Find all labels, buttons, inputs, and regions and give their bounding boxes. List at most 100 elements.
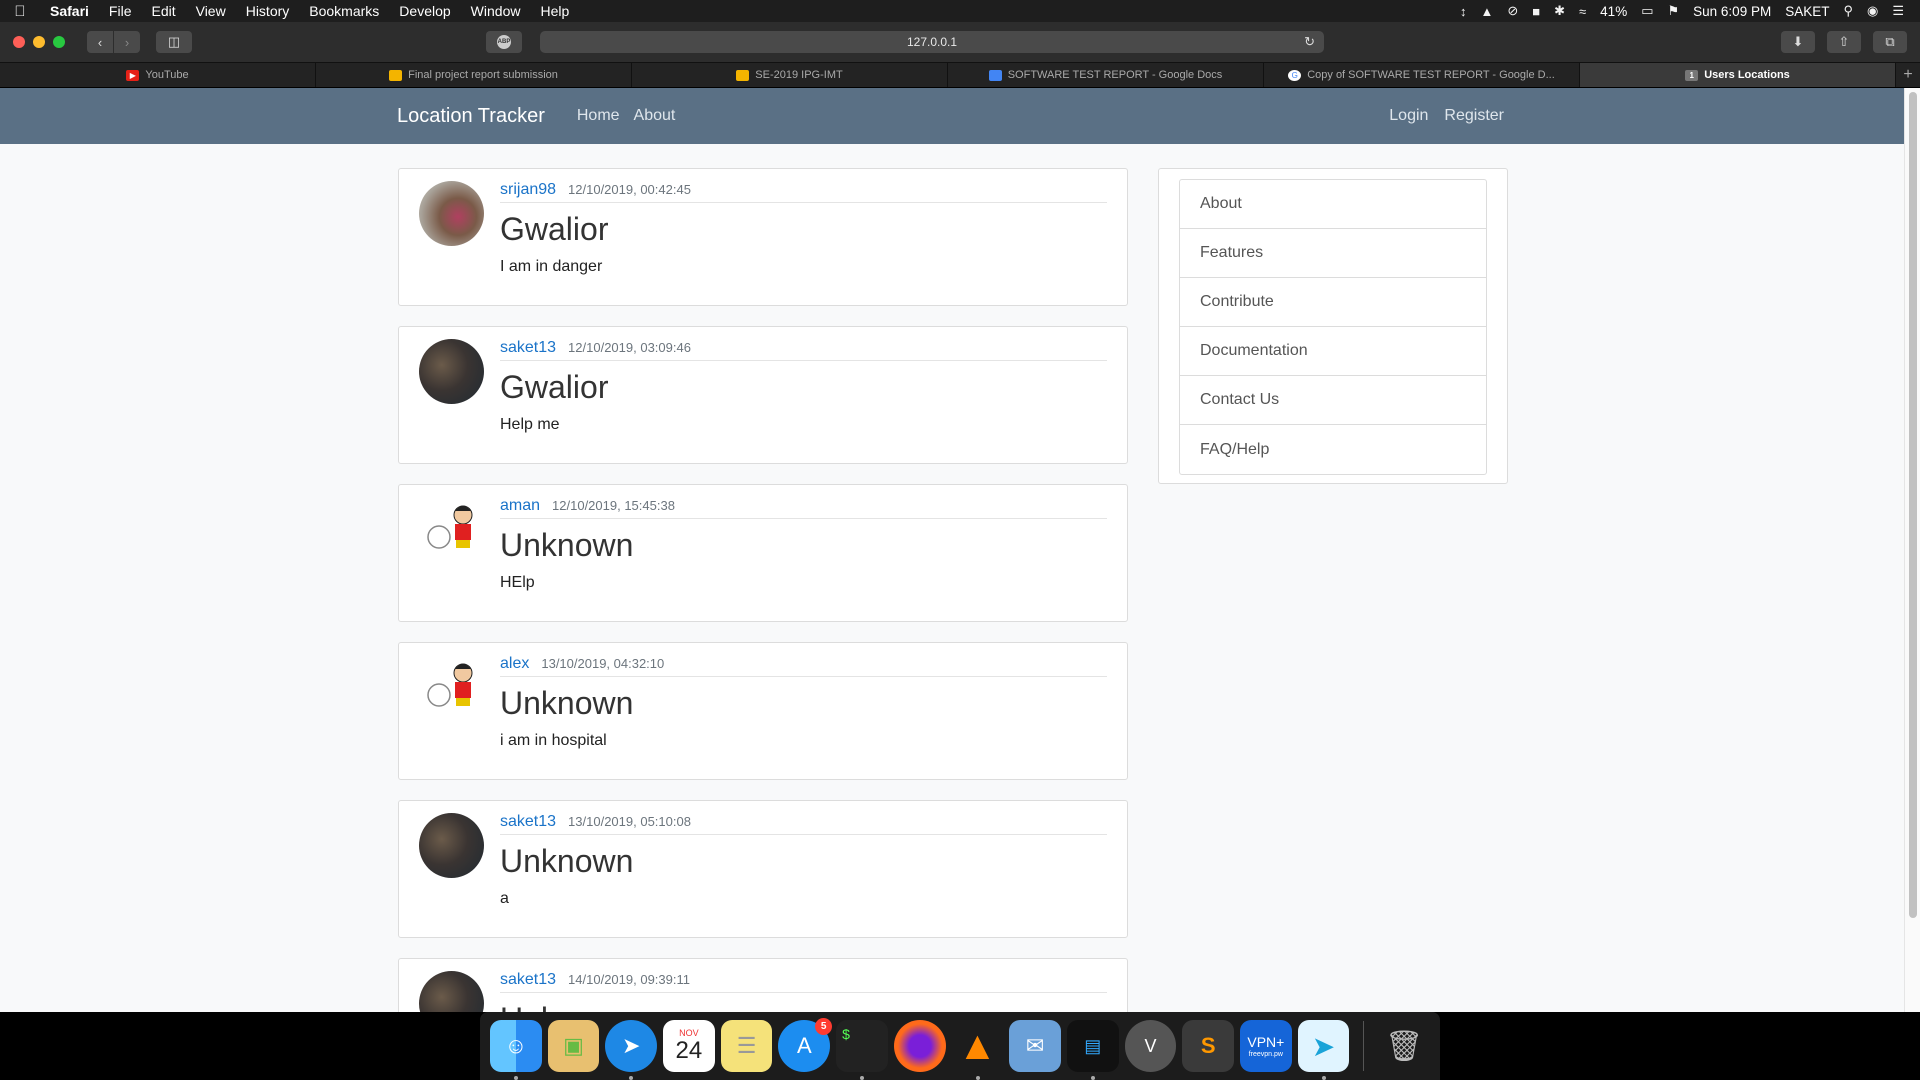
sidebar-item-contact-us[interactable]: Contact Us (1180, 376, 1486, 425)
macos-menubar:  Safari File Edit View History Bookmark… (0, 0, 1920, 22)
sidebar-item-faq-help[interactable]: FAQ/Help (1180, 425, 1486, 474)
app-store-icon[interactable]: A5 (778, 1018, 833, 1072)
sidebar-item-documentation[interactable]: Documentation (1180, 327, 1486, 376)
bluetooth-icon[interactable]: ✱ (1554, 3, 1565, 19)
menu-file[interactable]: File (99, 3, 142, 19)
menu-edit[interactable]: Edit (141, 3, 185, 19)
downloads-icon[interactable]: ⬇ (1781, 31, 1815, 53)
vlc-icon[interactable]: ▲ (952, 1020, 1004, 1080)
menubar-clock[interactable]: Sun 6:09 PM (1693, 4, 1771, 19)
battery-percent: 41% (1600, 3, 1628, 19)
sidebar-toggle-icon[interactable]: ◫ (156, 31, 192, 53)
finder-icon[interactable]: ☺ (490, 1020, 542, 1080)
apple-icon[interactable]:  (0, 3, 40, 20)
sidebar-item-features[interactable]: Features (1180, 229, 1486, 278)
migration-icon[interactable]: ➤ (1297, 1020, 1350, 1080)
sidebar-panel: About Features Contribute Documentation … (1158, 168, 1508, 484)
tab-users-locations[interactable]: 1 Users Locations (1580, 63, 1896, 87)
vpn-plus-icon[interactable]: VPN+ freevpn.pw (1240, 1020, 1292, 1072)
post-location: Gwalior (500, 211, 609, 247)
firefox-icon[interactable] (893, 1020, 946, 1072)
trash-icon[interactable]: 🗑 (1378, 1020, 1430, 1072)
tab-youtube[interactable]: ▶ YouTube (0, 63, 316, 87)
location-post: aman 12/10/2019, 15:45:38 Unknown HElp (398, 484, 1128, 622)
post-date: 13/10/2019, 04:32:10 (541, 656, 665, 671)
site-brand[interactable]: Location Tracker (397, 105, 545, 128)
forward-button[interactable]: › (114, 31, 140, 53)
avatar (419, 339, 484, 404)
preview-icon[interactable]: ▣ (547, 1020, 600, 1072)
wifi-icon[interactable]: ≈ (1579, 4, 1586, 19)
new-tab-button[interactable]: + (1896, 63, 1920, 87)
nav-login[interactable]: Login (1389, 107, 1428, 125)
close-window-button[interactable] (13, 36, 25, 48)
google-classroom-icon (736, 69, 750, 81)
notes-icon[interactable]: ☰ (720, 1020, 773, 1072)
vpn-plus-sublabel: freevpn.pw (1248, 1050, 1283, 1058)
nav-home[interactable]: Home (577, 107, 620, 125)
activity-monitor-icon[interactable]: ▤ (1066, 1020, 1119, 1080)
post-date: 13/10/2019, 05:10:08 (568, 814, 691, 829)
post-author-link[interactable]: saket13 (500, 971, 556, 989)
terminal-icon[interactable]: $ (836, 1020, 888, 1080)
arrows-icon[interactable]: ↕ (1460, 4, 1467, 19)
post-author-link[interactable]: alex (500, 655, 529, 673)
scrollbar-thumb[interactable] (1909, 92, 1917, 918)
menubar-user[interactable]: SAKET (1785, 4, 1829, 19)
battery-icon[interactable]: ▭ (1641, 3, 1653, 19)
calendar-icon[interactable]: NOV 24 (663, 1020, 715, 1072)
tab-final-project[interactable]: Final project report submission (316, 63, 632, 87)
post-author-link[interactable]: aman (500, 497, 540, 515)
tab-overview-icon[interactable]: ⧉ (1873, 31, 1907, 53)
sublime-text-icon[interactable]: S (1182, 1020, 1234, 1072)
clipboard-icon[interactable]: ■ (1532, 4, 1540, 19)
post-author-link[interactable]: saket13 (500, 339, 556, 357)
post-date: 12/10/2019, 00:42:45 (568, 182, 691, 197)
tab-number-icon: 1 (1685, 69, 1699, 81)
do-not-disturb-icon[interactable]: ⊘ (1507, 3, 1518, 19)
spotlight-search-icon[interactable]: ⚲ (1843, 3, 1853, 19)
minimize-window-button[interactable] (33, 36, 45, 48)
menu-develop[interactable]: Develop (389, 3, 460, 19)
tab-copy-report[interactable]: G Copy of SOFTWARE TEST REPORT - Google D… (1264, 63, 1580, 87)
siri-icon[interactable]: ◉ (1867, 3, 1878, 19)
sidebar-item-about[interactable]: About (1180, 180, 1486, 229)
avatar (419, 971, 484, 1012)
menu-view[interactable]: View (186, 3, 236, 19)
vpn-client-icon[interactable]: V (1124, 1020, 1177, 1072)
post-location: Unknown (500, 527, 634, 563)
browser-toolbar: ‹ › ◫ ABP 127.0.0.1 ↻ ⬇ ⇧ ⧉ (0, 22, 1920, 62)
back-button[interactable]: ‹ (87, 31, 113, 53)
menu-help[interactable]: Help (530, 3, 579, 19)
mail-icon[interactable]: ✉ (1009, 1020, 1061, 1072)
sidebar-menu: About Features Contribute Documentation … (1179, 179, 1487, 475)
tab-se-2019[interactable]: SE-2019 IPG-IMT (632, 63, 948, 87)
reload-icon[interactable]: ↻ (1304, 34, 1315, 50)
site-navbar: Location Tracker Home About Login Regist… (0, 88, 1904, 144)
sidebar-item-contribute[interactable]: Contribute (1180, 278, 1486, 327)
page-scrollbar[interactable] (1904, 88, 1920, 1012)
menu-app-name[interactable]: Safari (40, 3, 99, 19)
flag-icon[interactable]: ⚑ (1668, 3, 1680, 19)
post-date: 12/10/2019, 03:09:46 (568, 340, 691, 355)
nav-about[interactable]: About (634, 107, 676, 125)
avatar (419, 813, 484, 878)
menu-bookmarks[interactable]: Bookmarks (299, 3, 389, 19)
fullscreen-window-button[interactable] (53, 36, 65, 48)
vlc-status-icon[interactable]: ▲ (1480, 4, 1493, 19)
menu-history[interactable]: History (236, 3, 300, 19)
tab-software-test-report[interactable]: SOFTWARE TEST REPORT - Google Docs (948, 63, 1264, 87)
youtube-icon: ▶ (126, 69, 140, 81)
notification-badge: 5 (815, 1018, 833, 1035)
menu-window[interactable]: Window (461, 3, 531, 19)
post-author-link[interactable]: srijan98 (500, 181, 556, 199)
safari-icon[interactable]: ➤ (605, 1020, 658, 1080)
vpn-client-label: V (1144, 1035, 1157, 1056)
nav-register[interactable]: Register (1444, 107, 1504, 125)
post-author-link[interactable]: saket13 (500, 813, 556, 831)
share-icon[interactable]: ⇧ (1827, 31, 1861, 53)
address-bar[interactable]: 127.0.0.1 ↻ (540, 31, 1324, 53)
notification-center-icon[interactable]: ☰ (1892, 3, 1904, 19)
adblock-button[interactable]: ABP (486, 31, 522, 53)
location-post: saket13 13/10/2019, 05:10:08 Unknown a (398, 800, 1128, 938)
